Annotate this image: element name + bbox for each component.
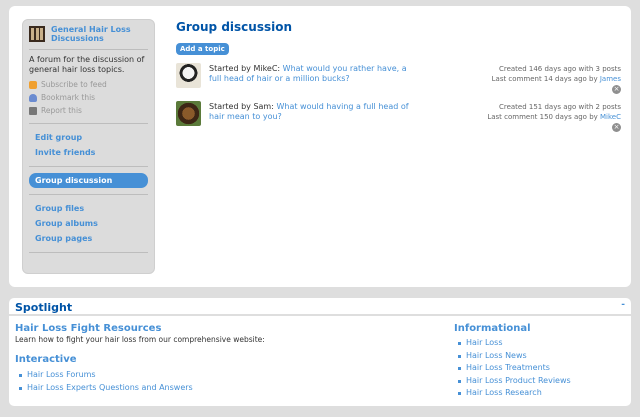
group-name-link[interactable]: General Hair Loss Discussions <box>51 25 148 43</box>
menu-item-group-files[interactable]: Group files <box>29 201 148 216</box>
topic-summary: Started by Sam: What would having a full… <box>209 102 409 122</box>
collapse-toggle-icon[interactable]: - <box>621 300 625 310</box>
group-header: General Hair Loss Discussions <box>29 25 148 43</box>
resources-heading: Hair Loss Fight Resources <box>15 323 162 334</box>
list-item[interactable]: Hair Loss <box>454 337 624 350</box>
page-title: Group discussion <box>176 20 293 34</box>
spotlight-title: Spotlight <box>15 301 73 314</box>
topic-created: Created 151 days ago with 2 posts <box>498 103 621 111</box>
menu-item-invite-friends[interactable]: Invite friends <box>29 145 148 160</box>
spotlight-informational: Informational Hair Loss Hair Loss News H… <box>454 322 624 400</box>
informational-heading: Informational <box>454 323 531 334</box>
list-item[interactable]: Hair Loss Product Reviews <box>454 375 624 388</box>
rss-icon <box>29 80 37 89</box>
delete-topic-icon[interactable]: × <box>612 85 621 94</box>
menu-item-group-pages[interactable]: Group pages <box>29 231 148 246</box>
report-link[interactable]: Report this <box>29 104 148 117</box>
group-menu: Edit group Invite friends <box>29 130 148 160</box>
list-item[interactable]: Hair Loss News <box>454 350 624 363</box>
report-icon <box>29 106 37 115</box>
spotlight-resources: Hair Loss Fight Resources Learn how to f… <box>15 322 415 394</box>
owner-links: Subscribe to feed Bookmark this Report t… <box>29 78 148 117</box>
group-description: A forum for the discussion of general ha… <box>29 55 145 74</box>
informational-list: Hair Loss Hair Loss News Hair Loss Treat… <box>454 337 624 400</box>
bookmark-icon <box>29 93 37 102</box>
list-item[interactable]: Hair Loss Research <box>454 387 624 400</box>
group-avatar-icon[interactable] <box>29 26 45 42</box>
topic-meta: Created 146 days ago with 3 posts Last c… <box>492 64 621 94</box>
topic-summary: Started by MikeC: What would you rather … <box>209 64 409 84</box>
list-item[interactable]: Hair Loss Forums <box>15 369 415 382</box>
topic-starter: Started by Sam: <box>209 102 274 111</box>
topic-row: Started by MikeC: What would you rather … <box>176 63 621 99</box>
topic-created: Created 146 days ago with 3 posts <box>498 65 621 73</box>
group-menu-secondary: Group files Group albums Group pages <box>29 201 148 246</box>
interactive-heading: Interactive <box>15 354 77 365</box>
add-topic-button[interactable]: Add a topic <box>176 43 229 55</box>
interactive-list: Hair Loss Forums Hair Loss Experts Quest… <box>15 369 415 394</box>
divider <box>29 252 148 253</box>
topic-row: Started by Sam: What would having a full… <box>176 101 621 137</box>
user-avatar[interactable] <box>176 101 201 126</box>
list-item[interactable]: Hair Loss Experts Questions and Answers <box>15 382 415 395</box>
resources-text: Learn how to fight your hair loss from o… <box>15 335 265 344</box>
topic-starter: Started by MikeC: <box>209 64 281 73</box>
list-item[interactable]: Hair Loss Treatments <box>454 362 624 375</box>
subscribe-feed-link[interactable]: Subscribe to feed <box>29 78 148 91</box>
menu-item-group-discussion[interactable]: Group discussion <box>29 173 148 188</box>
topic-last-comment: Last comment 14 days ago by James <box>491 75 621 83</box>
topic-last-comment: Last comment 150 days ago by MikeC <box>487 113 621 121</box>
topic-meta: Created 151 days ago with 2 posts Last c… <box>487 102 621 132</box>
group-sidebar: General Hair Loss Discussions A forum fo… <box>22 19 155 274</box>
user-avatar[interactable] <box>176 63 201 88</box>
menu-item-edit-group[interactable]: Edit group <box>29 130 148 145</box>
divider <box>29 166 148 167</box>
divider <box>29 194 148 195</box>
menu-item-group-albums[interactable]: Group albums <box>29 216 148 231</box>
divider <box>29 49 148 50</box>
spotlight-header: Spotlight - <box>9 298 631 316</box>
last-comment-user-link[interactable]: James <box>600 75 621 83</box>
divider <box>29 123 148 124</box>
spotlight-panel: Spotlight - Hair Loss Fight Resources Le… <box>9 298 631 406</box>
main-panel: General Hair Loss Discussions A forum fo… <box>9 6 631 287</box>
discussion-content: Group discussion Add a topic Started by … <box>176 20 621 137</box>
last-comment-user-link[interactable]: MikeC <box>600 113 621 121</box>
bookmark-link[interactable]: Bookmark this <box>29 91 148 104</box>
delete-topic-icon[interactable]: × <box>612 123 621 132</box>
